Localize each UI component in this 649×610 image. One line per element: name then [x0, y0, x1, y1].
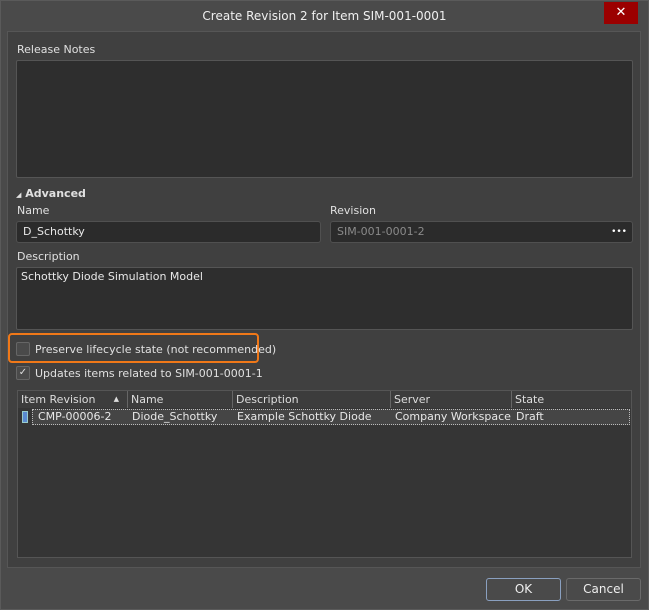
- revision-input[interactable]: SIM-001-0001-2 •••: [330, 221, 633, 243]
- ok-button[interactable]: OK: [486, 578, 561, 601]
- advanced-label: Advanced: [25, 187, 86, 200]
- close-button[interactable]: ✕: [604, 2, 638, 24]
- column-header-server[interactable]: Server: [391, 391, 512, 408]
- item-icon: [22, 411, 28, 423]
- name-input[interactable]: D_Schottky: [16, 221, 321, 243]
- revision-label: Revision: [330, 204, 376, 217]
- updates-items-label: Updates items related to SIM-001-0001-1: [35, 367, 263, 380]
- collapse-arrow-icon: ◢: [16, 191, 22, 199]
- table-row[interactable]: CMP-00006-2 Diode_Schottky Example Schot…: [32, 409, 630, 425]
- revision-value: SIM-001-0001-2: [337, 225, 425, 238]
- cell-item-revision: CMP-00006-2: [38, 410, 112, 423]
- column-header-item-revision[interactable]: Item Revision ▲: [18, 391, 128, 408]
- preserve-lifecycle-checkbox[interactable]: [16, 342, 30, 356]
- description-input[interactable]: Schottky Diode Simulation Model: [16, 267, 633, 330]
- updates-items-checkbox[interactable]: ✓: [16, 366, 30, 380]
- preserve-lifecycle-label: Preserve lifecycle state (not recommende…: [35, 343, 277, 356]
- sort-ascending-icon: ▲: [113, 395, 119, 403]
- name-label: Name: [17, 204, 50, 217]
- more-options-button[interactable]: •••: [611, 222, 627, 242]
- cancel-button[interactable]: Cancel: [566, 578, 641, 601]
- release-notes-label: Release Notes: [17, 43, 96, 56]
- advanced-toggle[interactable]: ◢ Advanced: [16, 187, 86, 200]
- cell-state: Draft: [516, 410, 544, 423]
- dialog-title: Create Revision 2 for Item SIM-001-0001: [202, 9, 447, 23]
- column-header-name[interactable]: Name: [128, 391, 233, 408]
- cell-name: Diode_Schottky: [132, 410, 218, 423]
- cell-description: Example Schottky Diode: [237, 410, 372, 423]
- description-label: Description: [17, 250, 80, 263]
- column-header-description[interactable]: Description: [233, 391, 391, 408]
- column-header-state[interactable]: State: [512, 391, 631, 408]
- release-notes-input[interactable]: [16, 60, 633, 178]
- items-table: Item Revision ▲ Name Description Server S…: [17, 390, 632, 558]
- cell-server: Company Workspace: [395, 410, 511, 423]
